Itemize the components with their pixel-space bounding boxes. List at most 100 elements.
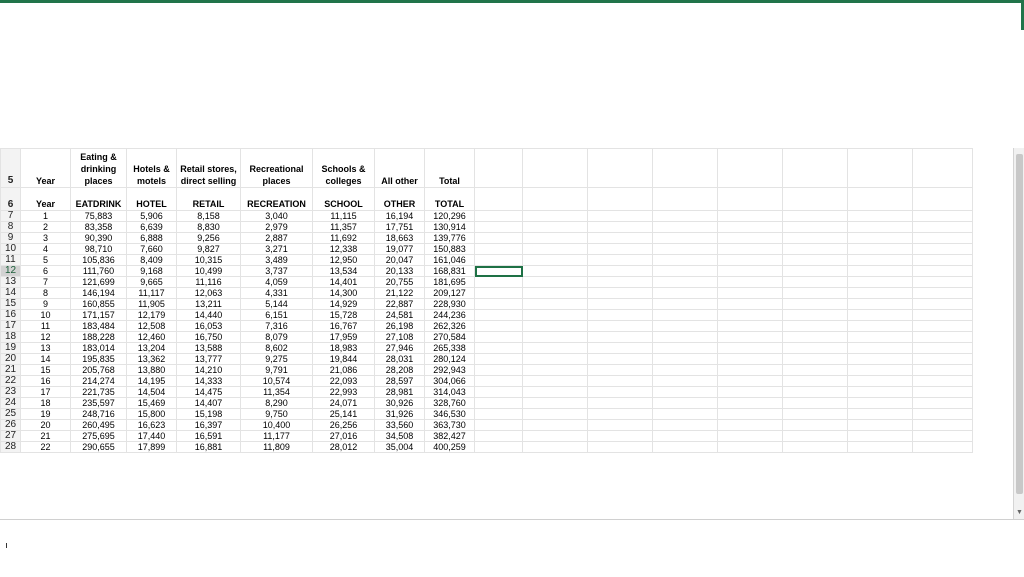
empty-cell[interactable] <box>782 320 848 332</box>
table-cell[interactable]: 12 <box>20 331 71 343</box>
table-cell[interactable]: 4,331 <box>240 287 313 299</box>
table-cell[interactable]: 25,141 <box>312 408 375 420</box>
empty-cell[interactable] <box>652 187 718 211</box>
row-header[interactable]: 14 <box>0 287 21 299</box>
empty-cell[interactable] <box>847 265 913 277</box>
row-header[interactable]: 20 <box>0 353 21 365</box>
table-cell[interactable]: 16,591 <box>176 430 241 442</box>
empty-cell[interactable] <box>652 309 718 321</box>
empty-cell[interactable] <box>587 375 653 387</box>
table-cell[interactable]: 161,046 <box>424 254 475 266</box>
table-cell[interactable]: 328,760 <box>424 397 475 409</box>
empty-cell[interactable] <box>782 309 848 321</box>
empty-cell[interactable] <box>522 298 588 310</box>
empty-cell[interactable] <box>652 276 718 288</box>
empty-cell[interactable] <box>847 386 913 398</box>
table-cell[interactable]: 290,655 <box>70 441 127 453</box>
table-cell[interactable]: 13,534 <box>312 265 375 277</box>
table-cell[interactable]: 3,040 <box>240 210 313 222</box>
table-cell[interactable]: 9 <box>20 298 71 310</box>
empty-cell[interactable] <box>522 375 588 387</box>
empty-cell[interactable] <box>522 364 588 376</box>
table-cell[interactable]: 21,086 <box>312 364 375 376</box>
table-cell[interactable]: 98,710 <box>70 243 127 255</box>
empty-cell[interactable] <box>652 353 718 365</box>
empty-cell[interactable] <box>652 320 718 332</box>
empty-cell[interactable] <box>652 148 718 188</box>
empty-cell[interactable] <box>474 276 523 288</box>
table-cell[interactable]: 12,338 <box>312 243 375 255</box>
empty-cell[interactable] <box>717 331 783 343</box>
empty-cell[interactable] <box>782 430 848 442</box>
empty-cell[interactable] <box>587 441 653 453</box>
table-cell[interactable]: 292,943 <box>424 364 475 376</box>
empty-cell[interactable] <box>717 298 783 310</box>
empty-cell[interactable] <box>652 397 718 409</box>
empty-cell[interactable] <box>912 353 973 365</box>
row-header[interactable]: 10 <box>0 243 21 255</box>
table-cell[interactable]: 12,179 <box>126 309 177 321</box>
table-cell[interactable]: 12,063 <box>176 287 241 299</box>
empty-cell[interactable] <box>847 243 913 255</box>
table-cell[interactable]: 6,639 <box>126 221 177 233</box>
table-cell[interactable]: 14,475 <box>176 386 241 398</box>
empty-cell[interactable] <box>717 148 783 188</box>
empty-cell[interactable] <box>474 353 523 365</box>
table-cell[interactable]: 28,208 <box>374 364 425 376</box>
table-cell[interactable]: 11,357 <box>312 221 375 233</box>
table-cell[interactable]: 270,584 <box>424 331 475 343</box>
table-cell[interactable]: 248,716 <box>70 408 127 420</box>
table-cell[interactable]: 11,177 <box>240 430 313 442</box>
table-cell[interactable]: 19 <box>20 408 71 420</box>
row-header[interactable]: 16 <box>0 309 21 321</box>
table-cell[interactable]: 13,362 <box>126 353 177 365</box>
empty-cell[interactable] <box>717 287 783 299</box>
empty-cell[interactable] <box>474 430 523 442</box>
table-cell[interactable]: 7,660 <box>126 243 177 255</box>
empty-cell[interactable] <box>782 397 848 409</box>
empty-cell[interactable] <box>847 441 913 453</box>
row-header[interactable]: 9 <box>0 232 21 244</box>
empty-cell[interactable] <box>652 298 718 310</box>
empty-cell[interactable] <box>847 331 913 343</box>
table-cell[interactable]: 18 <box>20 397 71 409</box>
empty-cell[interactable] <box>717 232 783 244</box>
empty-cell[interactable] <box>717 309 783 321</box>
table-cell[interactable]: 9,665 <box>126 276 177 288</box>
table-cell[interactable]: 9,168 <box>126 265 177 277</box>
table-cell[interactable]: 6,888 <box>126 232 177 244</box>
table-cell[interactable]: 27,016 <box>312 430 375 442</box>
table-cell[interactable]: 221,735 <box>70 386 127 398</box>
empty-cell[interactable] <box>652 210 718 222</box>
table-cell[interactable]: 11,115 <box>312 210 375 222</box>
empty-cell[interactable] <box>847 221 913 233</box>
table-cell[interactable]: 26,256 <box>312 419 375 431</box>
empty-cell[interactable] <box>717 265 783 277</box>
empty-cell[interactable] <box>587 221 653 233</box>
empty-cell[interactable] <box>782 331 848 343</box>
empty-cell[interactable] <box>912 187 973 211</box>
selected-cell[interactable] <box>474 265 523 277</box>
empty-cell[interactable] <box>847 298 913 310</box>
table-cell[interactable]: 18,663 <box>374 232 425 244</box>
table-cell[interactable]: 24,071 <box>312 397 375 409</box>
empty-cell[interactable] <box>912 320 973 332</box>
empty-cell[interactable] <box>522 441 588 453</box>
empty-cell[interactable] <box>782 408 848 420</box>
empty-cell[interactable] <box>474 375 523 387</box>
header-hotels-motels[interactable]: Hotels & motels <box>126 148 177 188</box>
table-cell[interactable]: 19,077 <box>374 243 425 255</box>
scrollbar-thumb[interactable] <box>1016 154 1023 494</box>
empty-cell[interactable] <box>587 148 653 188</box>
empty-cell[interactable] <box>912 221 973 233</box>
empty-cell[interactable] <box>847 287 913 299</box>
empty-cell[interactable] <box>474 441 523 453</box>
empty-cell[interactable] <box>912 386 973 398</box>
empty-cell[interactable] <box>474 148 523 188</box>
table-cell[interactable]: 9,256 <box>176 232 241 244</box>
empty-cell[interactable] <box>652 221 718 233</box>
empty-cell[interactable] <box>782 276 848 288</box>
empty-cell[interactable] <box>587 342 653 354</box>
empty-cell[interactable] <box>717 441 783 453</box>
empty-cell[interactable] <box>717 408 783 420</box>
